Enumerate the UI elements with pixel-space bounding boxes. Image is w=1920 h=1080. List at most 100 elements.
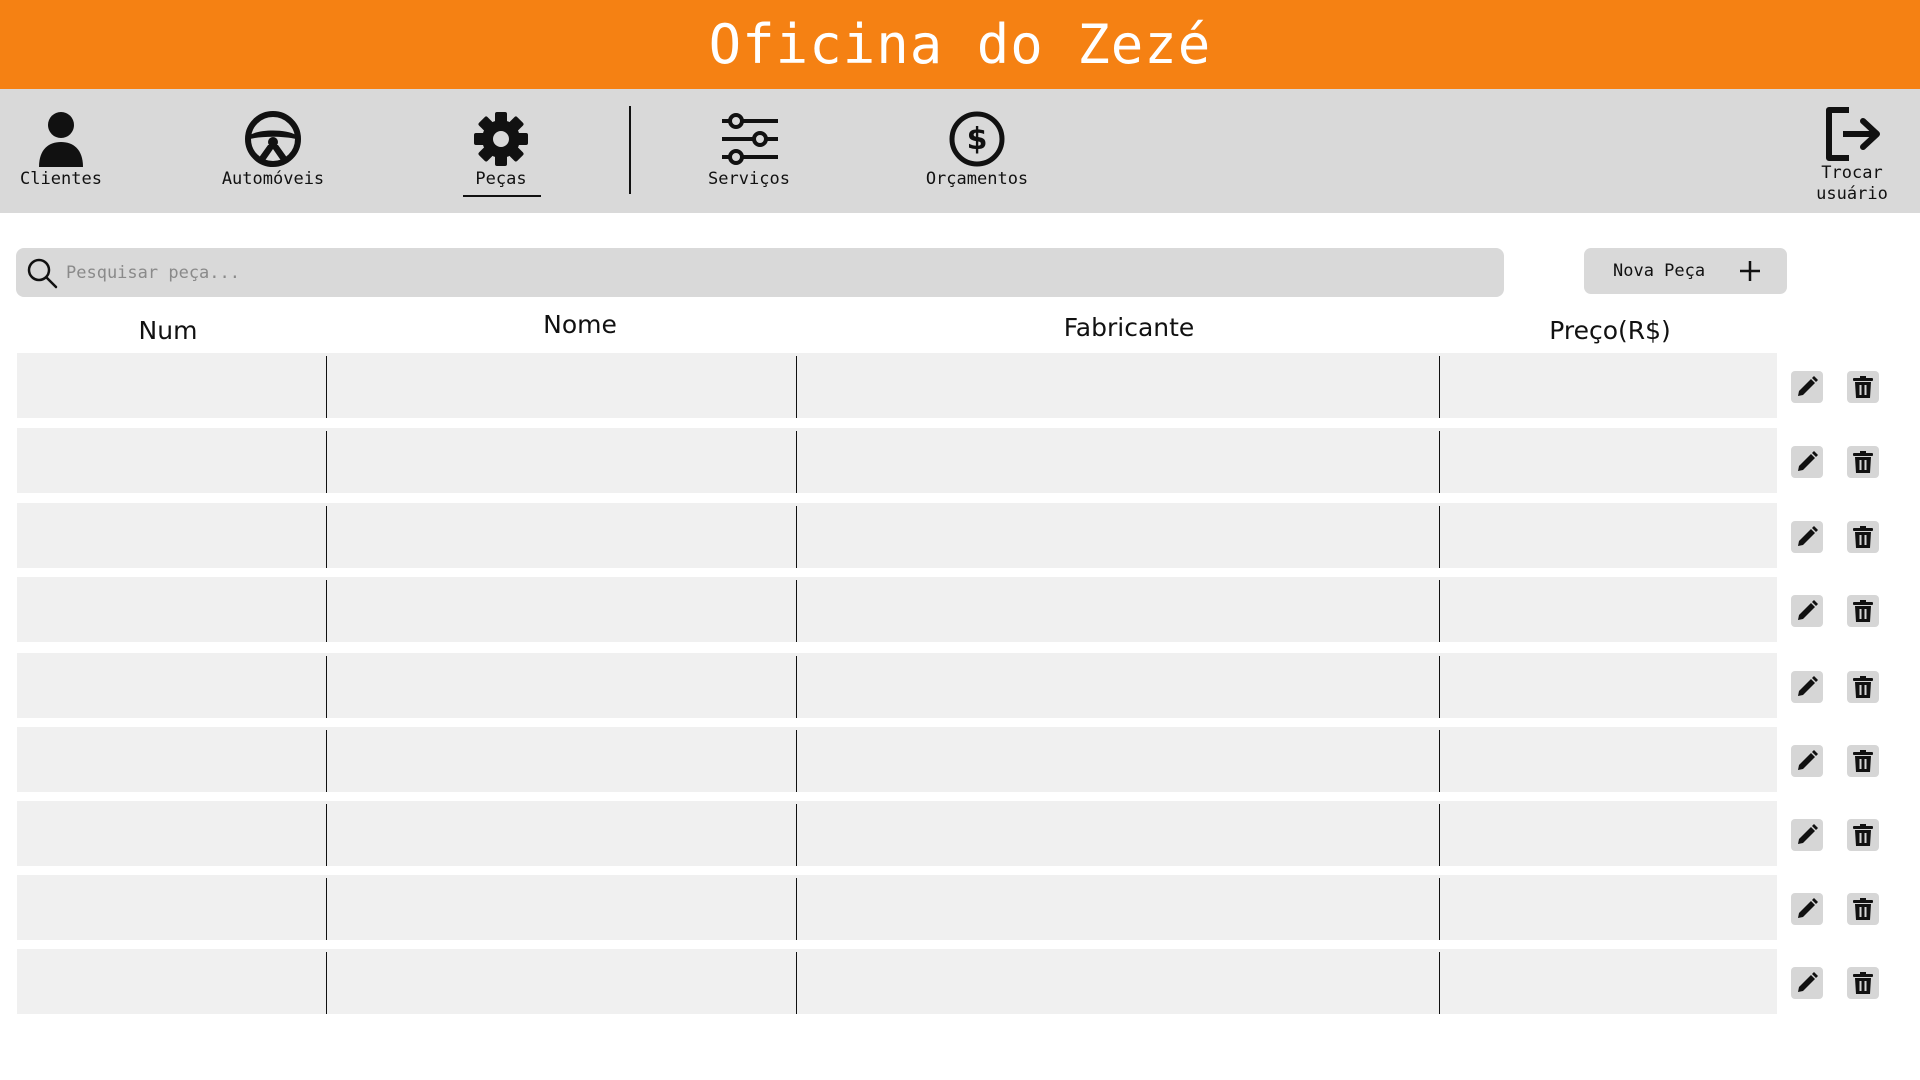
edit-button[interactable] — [1791, 595, 1823, 627]
delete-button[interactable] — [1847, 819, 1879, 851]
table-cell — [17, 801, 326, 866]
trash-icon — [1853, 898, 1873, 920]
table-cell — [17, 875, 326, 940]
active-tab-indicator — [463, 195, 541, 197]
nav-item-automoveis[interactable]: Automóveis — [213, 89, 333, 213]
pencil-icon — [1798, 526, 1818, 546]
nav-label-clientes: Clientes — [20, 169, 102, 189]
new-part-button[interactable]: Nova Peça — [1584, 248, 1787, 294]
plus-icon — [1740, 261, 1761, 281]
trash-icon — [1853, 451, 1873, 473]
table-cell — [327, 727, 796, 792]
pencil-icon — [1798, 600, 1818, 620]
delete-button[interactable] — [1847, 671, 1879, 703]
column-header-fabricante: Fabricante — [1063, 313, 1195, 342]
table-row — [17, 577, 1777, 642]
table-cell — [797, 503, 1439, 568]
table-cell — [797, 949, 1439, 1014]
column-divider — [796, 952, 797, 1014]
table-cell — [1440, 503, 1777, 568]
trash-icon — [1853, 972, 1873, 994]
delete-button[interactable] — [1847, 521, 1879, 553]
nav-item-clientes[interactable]: Clientes — [11, 89, 111, 213]
trash-icon — [1853, 750, 1873, 772]
edit-button[interactable] — [1791, 671, 1823, 703]
column-divider — [326, 656, 327, 718]
edit-button[interactable] — [1791, 745, 1823, 777]
pencil-icon — [1798, 451, 1818, 471]
table-cell — [327, 801, 796, 866]
table-cell — [327, 503, 796, 568]
switch-user-button[interactable]: Trocar usuário — [1800, 89, 1904, 213]
delete-button[interactable] — [1847, 893, 1879, 925]
pencil-icon — [1798, 824, 1818, 844]
logout-icon — [1826, 107, 1880, 161]
new-part-label: Nova Peça — [1613, 261, 1706, 281]
column-divider — [326, 431, 327, 493]
table-cell — [17, 428, 326, 493]
search-icon — [27, 258, 58, 288]
delete-button[interactable] — [1847, 595, 1879, 627]
table-cell — [797, 577, 1439, 642]
trash-icon — [1853, 824, 1873, 846]
dollar-circle-icon: $ — [949, 111, 1005, 167]
table-cell — [1440, 653, 1777, 718]
table-cell — [17, 949, 326, 1014]
column-divider — [796, 878, 797, 940]
column-divider — [1439, 431, 1440, 493]
column-divider — [326, 356, 327, 418]
nav-item-servicos[interactable]: Serviços — [699, 89, 799, 213]
delete-button[interactable] — [1847, 967, 1879, 999]
table-row — [17, 653, 1777, 718]
table-cell — [1440, 353, 1777, 418]
column-divider — [796, 656, 797, 718]
pencil-icon — [1798, 898, 1818, 918]
trash-icon — [1853, 526, 1873, 548]
nav-label-servicos: Serviços — [708, 169, 790, 189]
table-cell — [1440, 875, 1777, 940]
trash-icon — [1853, 376, 1873, 398]
search-bar — [16, 248, 1504, 297]
column-divider — [326, 580, 327, 642]
nav-label-pecas: Peças — [475, 169, 527, 189]
table-cell — [797, 875, 1439, 940]
table-row — [17, 727, 1777, 792]
edit-button[interactable] — [1791, 893, 1823, 925]
column-divider — [796, 730, 797, 792]
table-cell — [1440, 801, 1777, 866]
nav-label-automoveis: Automóveis — [221, 169, 325, 189]
edit-button[interactable] — [1791, 446, 1823, 478]
edit-button[interactable] — [1791, 819, 1823, 851]
table-cell — [17, 577, 326, 642]
column-divider — [326, 730, 327, 792]
delete-button[interactable] — [1847, 446, 1879, 478]
table-row — [17, 353, 1777, 418]
table-row — [17, 428, 1777, 493]
table-cell — [1440, 428, 1777, 493]
delete-button[interactable] — [1847, 745, 1879, 777]
nav-item-orcamentos[interactable]: $ Orçamentos — [917, 89, 1037, 213]
edit-button[interactable] — [1791, 967, 1823, 999]
column-divider — [1439, 356, 1440, 418]
steering-wheel-icon — [245, 111, 301, 167]
switch-user-label: Trocar usuário — [1816, 163, 1888, 204]
table-row — [17, 875, 1777, 940]
table-cell — [17, 727, 326, 792]
column-divider — [796, 506, 797, 568]
edit-button[interactable] — [1791, 521, 1823, 553]
table-cell — [17, 353, 326, 418]
trash-icon — [1853, 600, 1873, 622]
table-cell — [797, 801, 1439, 866]
column-divider — [326, 878, 327, 940]
edit-button[interactable] — [1791, 371, 1823, 403]
column-divider — [796, 580, 797, 642]
search-input[interactable] — [64, 251, 1468, 294]
table-cell — [1440, 949, 1777, 1014]
table-cell — [797, 653, 1439, 718]
column-header-nome: Nome — [543, 310, 617, 339]
table-cell — [1440, 577, 1777, 642]
column-divider — [1439, 730, 1440, 792]
delete-button[interactable] — [1847, 371, 1879, 403]
table-cell — [797, 727, 1439, 792]
table-cell — [327, 653, 796, 718]
